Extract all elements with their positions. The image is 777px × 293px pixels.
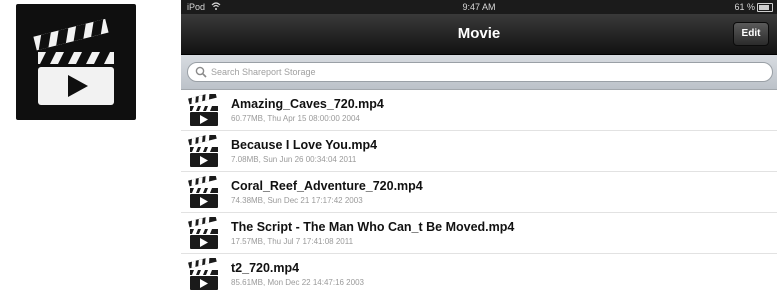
battery-percent: 61 % [734, 2, 755, 12]
search-placeholder: Search Shareport Storage [211, 67, 316, 77]
search-bar: Search Shareport Storage [181, 55, 777, 90]
file-meta: 74.38MB, Sun Dec 21 17:17:42 2003 [231, 196, 363, 205]
battery-icon [757, 3, 773, 12]
video-file-icon [187, 173, 220, 209]
list-item[interactable]: Amazing_Caves_720.mp4 60.77MB, Thu Apr 1… [181, 90, 777, 131]
clapperboard-play-icon [33, 18, 114, 105]
list-item[interactable]: Because I Love You.mp4 7.08MB, Sun Jun 2… [181, 131, 777, 172]
edit-button[interactable]: Edit [733, 22, 769, 46]
search-icon [195, 66, 207, 78]
video-file-icon [187, 132, 220, 168]
file-name: The Script - The Man Who Can_t Be Moved.… [231, 220, 515, 234]
status-time: 9:47 AM [462, 2, 496, 12]
video-file-icon [187, 214, 220, 250]
file-meta: 17.57MB, Thu Jul 7 17:41:08 2011 [231, 237, 354, 246]
file-list: Amazing_Caves_720.mp4 60.77MB, Thu Apr 1… [181, 90, 777, 293]
page-title: Movie [457, 25, 501, 42]
file-meta: 85.61MB, Mon Dec 22 14:47:16 2003 [231, 278, 364, 287]
list-item[interactable]: t2_720.mp4 85.61MB, Mon Dec 22 14:47:16 … [181, 254, 777, 293]
file-name: Coral_Reef_Adventure_720.mp4 [231, 179, 423, 193]
file-name: Amazing_Caves_720.mp4 [231, 97, 384, 111]
file-name: Because I Love You.mp4 [231, 138, 378, 152]
search-input[interactable]: Search Shareport Storage [187, 62, 773, 82]
video-file-icon [187, 91, 220, 127]
list-item[interactable]: The Script - The Man Who Can_t Be Moved.… [181, 213, 777, 254]
list-item[interactable]: Coral_Reef_Adventure_720.mp4 74.38MB, Su… [181, 172, 777, 213]
file-meta: 60.77MB, Thu Apr 15 08:00:00 2004 [231, 114, 360, 123]
navigation-bar: Movie Edit [181, 14, 777, 55]
file-name: t2_720.mp4 [231, 261, 300, 275]
video-file-icon [187, 255, 220, 291]
status-bar: iPod 9:47 AM 61 % [181, 0, 777, 14]
device-screen: iPod 9:47 AM 61 % Movie Edit Search Shar… [181, 0, 777, 293]
app-icon [16, 4, 136, 120]
file-meta: 7.08MB, Sun Jun 26 00:34:04 2011 [231, 155, 357, 164]
